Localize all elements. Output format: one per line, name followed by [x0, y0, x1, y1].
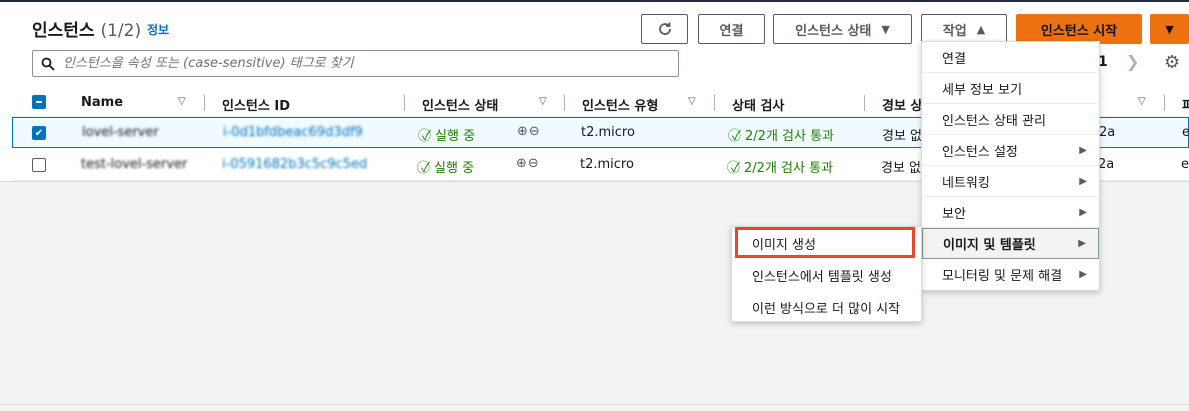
caret-up-icon: ▲: [976, 22, 986, 36]
status-check: ✓⃝ 2/2개 검사 통과: [732, 125, 834, 144]
public-dns: e: [1182, 125, 1189, 140]
actions-menu: 연결 세부 정보 보기 인스턴스 상태 관리 인스턴스 설정 ▶ 네트워킹 ▶ …: [921, 41, 1100, 291]
column-header-public[interactable]: 퍼블릭: [1182, 95, 1189, 114]
instance-id-link[interactable]: i-0591682b3c5c9c5ed: [222, 157, 367, 172]
menu-item-label: 이미지 및 템플릿: [943, 238, 1036, 253]
availability-zone: 2a: [1098, 157, 1115, 172]
caret-down-icon: ▼: [881, 22, 890, 36]
status-check: ✓⃝ 2/2개 검사 통과: [731, 157, 833, 176]
column-divider[interactable]: [404, 95, 405, 111]
refresh-button[interactable]: [641, 14, 688, 44]
gear-icon[interactable]: ⚙: [1164, 52, 1180, 73]
column-header-instance-state[interactable]: 인스턴스 상태: [422, 95, 498, 114]
menu-item-security[interactable]: 보안 ▶: [922, 197, 1099, 228]
page-title: 인스턴스 (1/2): [32, 16, 141, 41]
menu-item-instance-settings[interactable]: 인스턴스 설정 ▶: [922, 135, 1099, 166]
submenu-item-label: 인스턴스에서 템플릿 생성: [752, 269, 892, 285]
select-all-checkbox[interactable]: [32, 95, 46, 109]
refresh-icon: [658, 22, 671, 35]
zoom-icons[interactable]: ⊕⊖: [517, 124, 541, 139]
instance-id-link[interactable]: i-0d1bfdbeac69d3df9: [223, 125, 363, 140]
instance-name: test-lovel-server: [81, 157, 188, 172]
instance-state: ✓⃝ 실행 중: [422, 125, 475, 144]
menu-item-label: 보안: [942, 206, 966, 222]
sort-icon[interactable]: ▽: [178, 96, 186, 107]
actions-button[interactable]: 작업 ▲: [921, 14, 1007, 44]
launch-instance-button[interactable]: 인스턴스 시작: [1016, 14, 1142, 44]
submenu-item-label: 이런 방식으로 더 많이 시작: [752, 301, 901, 317]
instance-type: t2.micro: [580, 157, 634, 172]
chevron-right-icon[interactable]: ❯: [1126, 52, 1139, 71]
column-divider[interactable]: [564, 95, 565, 111]
column-header-instance-id[interactable]: 인스턴스 ID: [222, 95, 290, 114]
caret-right-icon: ▶: [1079, 144, 1087, 156]
connect-button[interactable]: 연결: [698, 14, 765, 44]
selection-count: (1/2): [100, 21, 142, 41]
check-circle-icon: ✓⃝: [731, 161, 740, 176]
column-header-instance-type[interactable]: 인스턴스 유형: [582, 95, 658, 114]
title-text: 인스턴스: [32, 21, 95, 41]
search-icon: [41, 57, 55, 71]
menu-item-monitoring[interactable]: 모니터링 및 문제 해결 ▶: [922, 259, 1099, 290]
column-header-name[interactable]: Name: [81, 95, 123, 110]
zoom-icons[interactable]: ⊕⊖: [516, 156, 540, 171]
menu-item-images-templates[interactable]: 이미지 및 템플릿 ▶: [922, 228, 1099, 259]
check-circle-icon: ✓⃝: [422, 129, 431, 144]
availability-zone: 2a: [1099, 125, 1116, 140]
check-circle-icon: ✓⃝: [421, 161, 430, 176]
column-divider[interactable]: [714, 95, 715, 111]
highlight-box: [735, 227, 915, 258]
launch-label: 인스턴스 시작: [1040, 23, 1118, 39]
instance-name: lovel-server: [82, 125, 159, 140]
instance-state-label: 인스턴스 상태: [795, 23, 872, 39]
status-check-text: 2/2개 검사 통과: [745, 129, 835, 144]
sort-icon[interactable]: ▽: [688, 96, 696, 107]
status-check-text: 2/2개 검사 통과: [744, 161, 834, 176]
column-header-status-check[interactable]: 상태 검사: [732, 95, 784, 114]
caret-right-icon: ▶: [1079, 206, 1087, 218]
menu-item-label: 인스턴스 상태 관리: [942, 113, 1046, 129]
sort-icon[interactable]: ▽: [1138, 96, 1146, 107]
row-checkbox[interactable]: [32, 158, 46, 172]
bottom-divider: [0, 404, 1189, 405]
menu-item-label: 모니터링 및 문제 해결: [942, 269, 1063, 284]
menu-item-label: 네트워킹: [942, 175, 990, 191]
menu-item-view-details[interactable]: 세부 정보 보기: [922, 73, 1099, 104]
alarm-status: 경보 없: [881, 161, 922, 176]
connect-label: 연결: [719, 23, 744, 39]
sort-icon[interactable]: ▽: [539, 96, 547, 107]
caret-right-icon: ▶: [1079, 269, 1087, 280]
caret-down-icon: ▼: [1165, 22, 1174, 36]
caret-right-icon: ▶: [1078, 238, 1086, 249]
menu-item-networking[interactable]: 네트워킹 ▶: [922, 166, 1099, 197]
column-divider[interactable]: [864, 95, 865, 111]
launch-dropdown-button[interactable]: ▼: [1150, 14, 1189, 44]
menu-item-label: 연결: [942, 51, 966, 67]
column-divider[interactable]: [1164, 95, 1165, 111]
menu-item-label: 인스턴스 설정: [942, 144, 1018, 160]
row-checkbox[interactable]: ✔: [32, 126, 46, 140]
submenu-item-create-template[interactable]: 인스턴스에서 템플릿 생성: [732, 259, 921, 291]
check-circle-icon: ✓⃝: [732, 129, 741, 144]
instance-state-button[interactable]: 인스턴스 상태 ▼: [773, 14, 912, 44]
search-input[interactable]: [63, 56, 663, 71]
column-divider[interactable]: [204, 95, 205, 111]
actions-label: 작업: [942, 23, 967, 39]
submenu-item-launch-more-like-this[interactable]: 이런 방식으로 더 많이 시작: [732, 291, 921, 323]
instance-state: ✓⃝ 실행 중: [421, 157, 474, 176]
public-dns: e: [1181, 157, 1189, 172]
alarm-status: 경보 없: [882, 129, 923, 144]
instance-state-text: 실행 중: [434, 161, 475, 176]
menu-item-connect[interactable]: 연결: [922, 42, 1099, 73]
info-link[interactable]: 정보: [147, 21, 169, 38]
search-box[interactable]: [32, 50, 679, 77]
instance-state-text: 실행 중: [435, 129, 476, 144]
menu-item-label: 세부 정보 보기: [942, 82, 1023, 98]
menu-item-manage-state[interactable]: 인스턴스 상태 관리: [922, 104, 1099, 135]
instance-type: t2.micro: [581, 125, 635, 140]
caret-right-icon: ▶: [1079, 175, 1087, 187]
